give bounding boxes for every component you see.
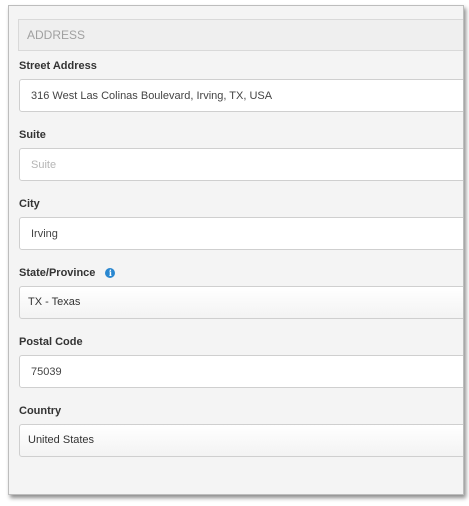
postal-code-input[interactable] bbox=[19, 355, 463, 388]
state-province-select[interactable]: TX - Texas bbox=[19, 286, 463, 319]
state-province-selected-value: TX - Texas bbox=[28, 296, 81, 308]
info-icon[interactable]: i bbox=[105, 268, 116, 278]
suite-input[interactable] bbox=[19, 148, 463, 181]
state-province-label-row: State/Province i bbox=[19, 267, 116, 279]
postal-code-label: Postal Code bbox=[19, 336, 83, 348]
section-header-address: ADDRESS bbox=[18, 19, 463, 51]
country-label: Country bbox=[19, 405, 62, 417]
city-label: City bbox=[19, 198, 40, 210]
street-address-label: Street Address bbox=[19, 60, 97, 72]
suite-label: Suite bbox=[19, 129, 46, 141]
address-panel: ADDRESS Street Address Suite City State/… bbox=[8, 5, 464, 495]
country-selected-value: United States bbox=[28, 434, 95, 446]
state-province-label: State/Province bbox=[19, 267, 96, 279]
street-address-input[interactable] bbox=[19, 79, 463, 112]
country-select[interactable]: United States bbox=[19, 424, 463, 457]
city-input[interactable] bbox=[19, 217, 463, 250]
